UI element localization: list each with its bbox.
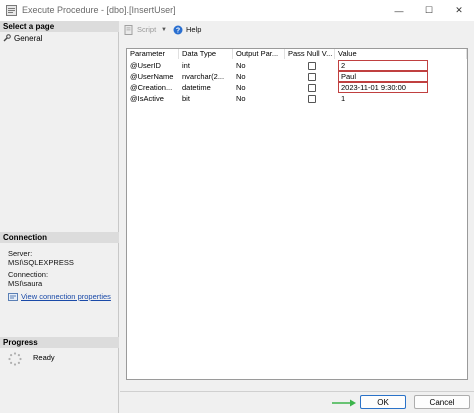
- value-input[interactable]: 2023-11-01 9:30:00: [338, 82, 428, 93]
- content-area: Parameter Data Type Output Par... Pass N…: [120, 38, 474, 391]
- progress-status: Ready: [33, 353, 55, 362]
- data-type-cell: bit: [182, 94, 190, 103]
- maximize-button[interactable]: ☐: [414, 0, 444, 21]
- output-cell: No: [236, 94, 246, 103]
- view-connection-properties[interactable]: View connection properties: [8, 292, 111, 301]
- parameters-grid: Parameter Data Type Output Par... Pass N…: [126, 48, 468, 380]
- wrench-icon: [3, 34, 11, 42]
- pass-null-checkbox[interactable]: [307, 83, 316, 92]
- server-value: MSI\SQLEXPRESS: [8, 258, 74, 267]
- help-button[interactable]: ? Help: [173, 24, 201, 35]
- data-type-cell: datetime: [182, 83, 211, 92]
- connection-label: Connection:: [8, 270, 49, 279]
- close-button[interactable]: ✕: [444, 0, 474, 21]
- output-cell: No: [236, 61, 246, 70]
- connection-value: MSI\saura: [8, 279, 43, 288]
- title-bar: Execute Procedure - [dbo].[InsertUser] —…: [0, 0, 474, 21]
- connection-header: Connection: [0, 232, 119, 243]
- value-input[interactable]: 1: [338, 93, 467, 104]
- table-row: @Creation... datetime No 2023-11-01 9:30…: [127, 82, 467, 93]
- script-icon: [124, 24, 133, 35]
- data-type-cell: nvarchar(2...: [182, 72, 225, 81]
- table-row: @UserName nvarchar(2... No Paul: [127, 71, 467, 82]
- arrow-right-icon: [332, 399, 356, 407]
- select-page-header: Select a page: [0, 21, 119, 32]
- server-label: Server:: [8, 249, 33, 258]
- parameter-cell: @Creation...: [130, 83, 173, 92]
- left-pane: Select a page General Connection Server:…: [0, 21, 119, 413]
- pass-null-cell: [285, 60, 335, 71]
- minimize-button[interactable]: —: [384, 0, 414, 21]
- sidebar-item-general[interactable]: General: [3, 33, 42, 43]
- data-type-cell: int: [182, 61, 190, 70]
- output-cell: No: [236, 83, 246, 92]
- progress-header: Progress: [0, 337, 119, 348]
- sidebar-item-label: General: [14, 33, 43, 43]
- script-button[interactable]: Script: [124, 24, 156, 35]
- column-header-data-type[interactable]: Data Type: [179, 49, 233, 59]
- dialog-footer: OK Cancel: [120, 391, 474, 413]
- svg-text:?: ?: [176, 27, 180, 34]
- column-header-output[interactable]: Output Par...: [233, 49, 285, 59]
- parameter-cell: @UserID: [130, 61, 161, 70]
- toolbar: Script ▼ ? Help: [120, 21, 474, 38]
- cancel-button[interactable]: Cancel: [414, 395, 470, 409]
- pass-null-checkbox[interactable]: [307, 94, 316, 103]
- pass-null-cell: [285, 82, 335, 93]
- help-label: Help: [186, 25, 202, 34]
- table-row: @UserID int No 2: [127, 60, 467, 71]
- value-cell[interactable]: 1: [335, 93, 467, 104]
- grid-header: Parameter Data Type Output Par... Pass N…: [127, 49, 467, 59]
- value-cell[interactable]: 2023-11-01 9:30:00: [335, 82, 467, 93]
- output-cell: No: [236, 72, 246, 81]
- window-title: Execute Procedure - [dbo].[InsertUser]: [22, 5, 176, 15]
- properties-icon: [8, 292, 18, 301]
- table-row: @IsActive bit No 1: [127, 93, 467, 104]
- value-cell[interactable]: Paul: [335, 71, 467, 82]
- pass-null-checkbox[interactable]: [307, 61, 316, 70]
- script-label: Script: [137, 25, 157, 34]
- value-input[interactable]: Paul: [338, 71, 428, 82]
- pass-null-cell: [285, 71, 335, 82]
- script-dropdown-chevron-icon[interactable]: ▼: [161, 24, 167, 35]
- column-header-pass-null[interactable]: Pass Null V...: [285, 49, 335, 59]
- view-connection-link[interactable]: View connection properties: [21, 292, 111, 301]
- column-header-parameter[interactable]: Parameter: [127, 49, 179, 59]
- progress-spinner-icon: [8, 352, 22, 366]
- column-header-value[interactable]: Value: [335, 49, 467, 59]
- pass-null-checkbox[interactable]: [307, 72, 316, 81]
- help-icon: ?: [173, 25, 183, 34]
- value-input[interactable]: 2: [338, 60, 428, 71]
- parameter-cell: @UserName: [130, 72, 174, 81]
- value-cell[interactable]: 2: [335, 60, 467, 71]
- pass-null-cell: [285, 93, 335, 104]
- ok-button[interactable]: OK: [360, 395, 406, 409]
- app-icon: [6, 5, 17, 16]
- parameter-cell: @IsActive: [130, 94, 164, 103]
